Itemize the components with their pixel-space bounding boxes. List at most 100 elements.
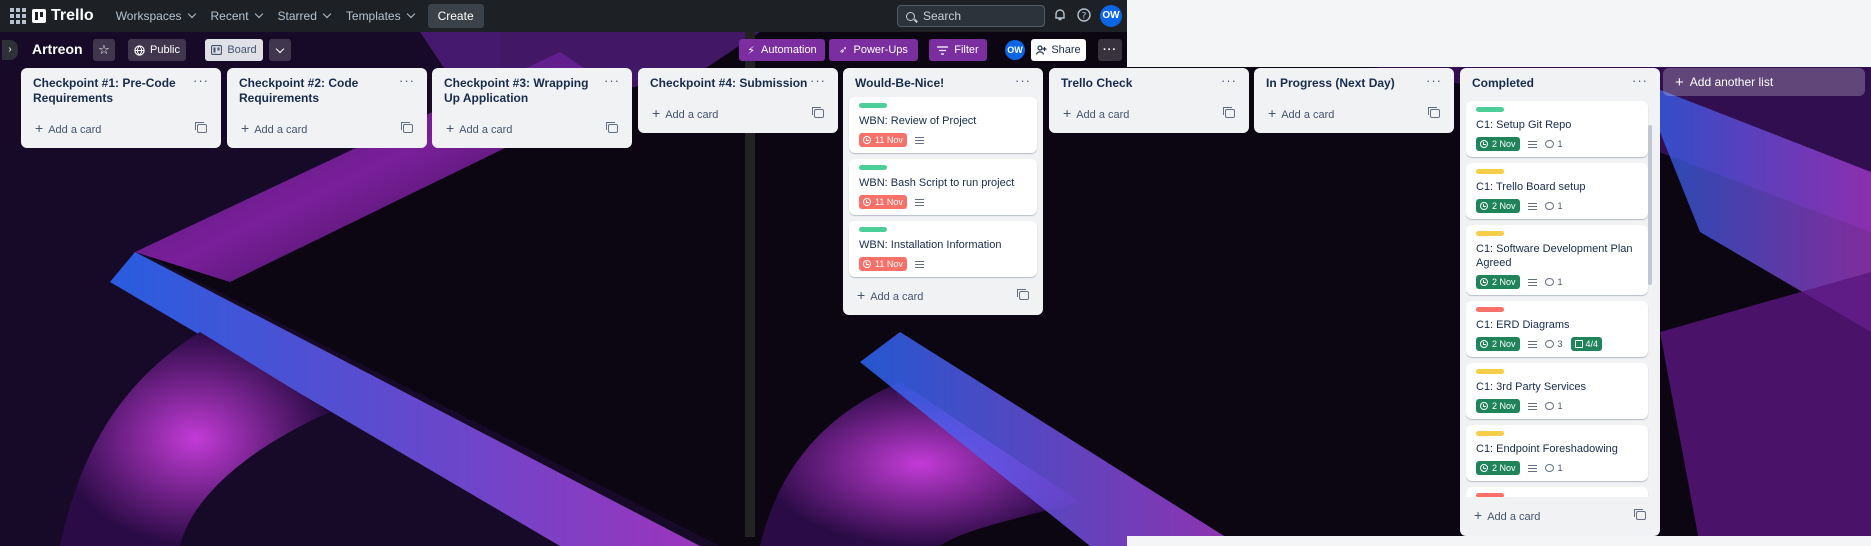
- list-title[interactable]: Checkpoint #2: Code Requirements: [239, 76, 399, 106]
- board-menu-button[interactable]: ···: [1098, 39, 1122, 61]
- nav-templates[interactable]: Templates: [338, 2, 422, 30]
- due-date-badge[interactable]: 2 Nov: [1476, 275, 1520, 289]
- add-card-button[interactable]: + Add a card: [438, 114, 626, 142]
- card[interactable]: C1: 3rd Party Services 2 Nov 1: [1466, 363, 1648, 419]
- sidebar-expand-icon[interactable]: ›: [2, 40, 18, 60]
- view-switcher-button[interactable]: [269, 39, 291, 61]
- card[interactable]: WBN: Installation Information 11 Nov: [849, 221, 1037, 277]
- nav-starred[interactable]: Starred: [270, 2, 338, 30]
- chevron-down-icon: [322, 9, 332, 19]
- due-date-badge[interactable]: 2 Nov: [1476, 137, 1520, 151]
- card-template-icon[interactable]: [606, 121, 618, 133]
- list-menu-icon[interactable]: ···: [1221, 74, 1237, 91]
- list-title[interactable]: Checkpoint #1: Pre-Code Requirements: [33, 76, 193, 106]
- due-date-badge[interactable]: 2 Nov: [1476, 199, 1520, 213]
- card[interactable]: C1: Setup Git Repo 2 Nov 1: [1466, 101, 1648, 157]
- due-date-badge[interactable]: 11 Nov: [859, 195, 907, 209]
- comment-count: 1: [1557, 277, 1563, 287]
- create-button[interactable]: Create: [427, 4, 484, 28]
- description-icon: [1527, 464, 1537, 472]
- due-date-badge[interactable]: 11 Nov: [859, 133, 907, 147]
- due-date-text: 11 Nov: [875, 197, 903, 207]
- label-green[interactable]: [1476, 107, 1504, 112]
- add-card-button[interactable]: + Add a card: [233, 114, 421, 142]
- due-date-badge[interactable]: 2 Nov: [1476, 399, 1520, 413]
- help-icon[interactable]: ?: [1076, 8, 1092, 24]
- card[interactable]: C1: Software Development Plan Agreed 2 N…: [1466, 225, 1648, 295]
- plus-icon: +: [857, 287, 866, 303]
- due-date-badge[interactable]: 11 Nov: [859, 257, 907, 271]
- add-card-button[interactable]: + Add a card: [27, 114, 215, 142]
- add-card-button[interactable]: + Add a card: [849, 281, 1037, 309]
- nav-workspaces[interactable]: Workspaces: [108, 2, 203, 30]
- list-title[interactable]: Completed: [1472, 76, 1534, 91]
- card[interactable]: C1: Trello Board setup 2 Nov 1: [1466, 163, 1648, 219]
- star-board-button[interactable]: ☆: [93, 39, 115, 61]
- card[interactable]: C1: ERD Diagrams 2 Nov 3 4/4: [1466, 301, 1648, 357]
- nav-templates-label: Templates: [345, 9, 401, 23]
- due-date-text: 2 Nov: [1492, 401, 1516, 411]
- list-menu-icon[interactable]: ···: [604, 74, 620, 106]
- card-template-icon[interactable]: [1223, 106, 1235, 118]
- list-menu-icon[interactable]: ···: [1632, 74, 1648, 91]
- board-member-avatar[interactable]: OW: [1005, 40, 1025, 60]
- list-title[interactable]: In Progress (Next Day): [1266, 76, 1395, 91]
- list-title[interactable]: Trello Check: [1061, 76, 1132, 91]
- search-input[interactable]: Search: [897, 5, 1045, 27]
- card-template-icon[interactable]: [1428, 106, 1440, 118]
- due-date-badge[interactable]: 2 Nov: [1476, 461, 1520, 475]
- list-menu-icon[interactable]: ···: [193, 74, 209, 106]
- label-red[interactable]: [1476, 307, 1504, 312]
- share-button[interactable]: Share: [1031, 39, 1086, 61]
- card-template-icon[interactable]: [195, 121, 207, 133]
- add-card-button[interactable]: + Add a card: [1055, 99, 1243, 127]
- label-yellow[interactable]: [1476, 169, 1504, 174]
- list-menu-icon[interactable]: ···: [1015, 74, 1031, 91]
- card[interactable]: WBN: Bash Script to run project 11 Nov: [849, 159, 1037, 215]
- power-ups-button[interactable]: ➶ Power-Ups: [829, 39, 918, 61]
- list-title[interactable]: Would-Be-Nice!: [855, 76, 944, 91]
- list-title[interactable]: Checkpoint #4: Submission: [650, 76, 807, 91]
- lightning-icon: ⚡: [747, 44, 756, 57]
- card-template-icon[interactable]: [401, 121, 413, 133]
- label-red[interactable]: [1476, 493, 1504, 497]
- card-template-icon[interactable]: [1634, 508, 1646, 520]
- visibility-button[interactable]: Public: [128, 39, 186, 61]
- card[interactable]: C1: Endpoint Foreshadowing 2 Nov 1: [1466, 425, 1648, 481]
- checklist-icon: [1574, 340, 1583, 348]
- label-yellow[interactable]: [1476, 231, 1504, 236]
- automation-button[interactable]: ⚡ Automation: [739, 39, 825, 61]
- label-yellow[interactable]: [1476, 431, 1504, 436]
- card-list-scroll[interactable]: C1: Setup Git Repo 2 Nov 1 C1: Trello Boa…: [1466, 95, 1654, 497]
- card[interactable]: WBN: Review of Project 11 Nov: [849, 97, 1037, 153]
- nav-recent[interactable]: Recent: [203, 2, 270, 30]
- filter-button[interactable]: Filter: [929, 39, 987, 61]
- due-date-badge[interactable]: 2 Nov: [1476, 337, 1520, 351]
- trello-logo[interactable]: Trello: [32, 7, 94, 25]
- card[interactable]: [1466, 487, 1648, 497]
- label-green[interactable]: [859, 227, 887, 232]
- list-menu-icon[interactable]: ···: [399, 74, 415, 106]
- board-title[interactable]: Artreon: [32, 41, 83, 57]
- add-card-button[interactable]: + Add a card: [1466, 501, 1654, 529]
- list-menu-icon[interactable]: ···: [1426, 74, 1442, 91]
- label-green[interactable]: [859, 165, 887, 170]
- list-title[interactable]: Checkpoint #3: Wrapping Up Application: [444, 76, 604, 106]
- comment-icon: [1544, 464, 1554, 472]
- card-template-icon[interactable]: [1017, 288, 1029, 300]
- add-card-button[interactable]: + Add a card: [1260, 99, 1448, 127]
- add-member-icon: [1036, 45, 1047, 55]
- notifications-icon[interactable]: [1052, 8, 1068, 24]
- label-yellow[interactable]: [1476, 369, 1504, 374]
- list-menu-icon[interactable]: ···: [810, 74, 826, 91]
- trello-logo-icon: [32, 9, 46, 23]
- card-template-icon[interactable]: [812, 106, 824, 118]
- user-avatar[interactable]: OW: [1100, 5, 1122, 27]
- label-green[interactable]: [859, 103, 887, 108]
- board-view-button[interactable]: Board: [205, 39, 263, 61]
- apps-grid-icon[interactable]: [10, 8, 26, 24]
- add-list-button[interactable]: + Add another list: [1663, 68, 1865, 96]
- list-scrollbar[interactable]: [1648, 125, 1652, 285]
- add-card-label: Add a card: [48, 124, 102, 136]
- add-card-button[interactable]: + Add a card: [644, 99, 832, 127]
